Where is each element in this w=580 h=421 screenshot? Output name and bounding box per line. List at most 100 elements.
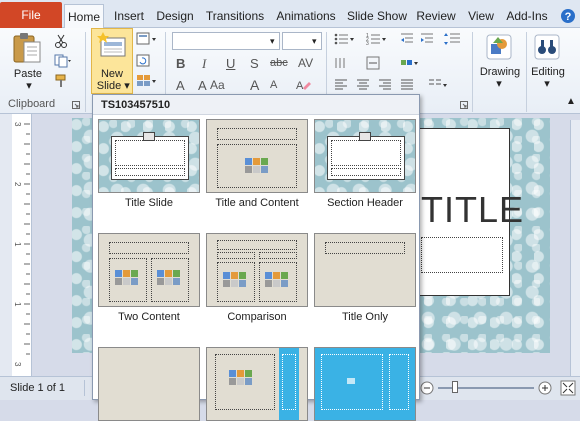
chevron-down-icon[interactable]: ▾: [24, 80, 34, 92]
content-icons: [223, 272, 246, 279]
vertical-ruler: 3 2 1 1 3: [12, 114, 32, 376]
paste-button[interactable]: Paste: [10, 68, 46, 80]
align-text-icon[interactable]: [366, 56, 386, 73]
cut-icon[interactable]: [54, 34, 68, 51]
dialog-launcher-icon[interactable]: [460, 100, 468, 112]
tab-home[interactable]: Home: [64, 4, 104, 29]
chevron-down-icon[interactable]: ▾: [312, 36, 317, 47]
layout-label: Title Only: [341, 311, 389, 323]
picture-icon: [347, 378, 355, 384]
thumb-placeholder: [217, 252, 255, 259]
zoom-slider-handle[interactable]: [452, 381, 458, 393]
text-effects-icon[interactable]: A: [176, 78, 185, 93]
chevron-down-icon[interactable]: ▾: [270, 36, 275, 47]
bold-icon[interactable]: B: [176, 56, 185, 71]
fit-to-window-icon[interactable]: [560, 380, 576, 399]
align-left-icon[interactable]: [334, 78, 348, 95]
clipboard-group-label: Clipboard: [8, 98, 56, 110]
thumb-placeholder: [325, 242, 405, 254]
thumb-placeholder: [115, 140, 185, 166]
shadow-icon[interactable]: S: [250, 56, 259, 71]
tab-insert[interactable]: Insert: [110, 4, 148, 28]
clear-formatting-icon[interactable]: A: [296, 78, 312, 95]
content-icons: [229, 378, 252, 385]
drawing-button[interactable]: Drawing: [476, 66, 524, 78]
font-name-input[interactable]: [172, 32, 280, 50]
ribbon-separator: [472, 32, 473, 112]
tab-add-ins[interactable]: Add-Ins: [502, 4, 552, 28]
thumb-placeholder: [331, 140, 401, 166]
slide-counter: Slide 1 of 1: [10, 382, 66, 394]
content-icons: [223, 280, 246, 287]
subtitle-placeholder[interactable]: [421, 237, 503, 273]
section-icon[interactable]: [136, 74, 158, 91]
tab-slide-show[interactable]: Slide Show: [344, 4, 410, 28]
tab-transitions[interactable]: Transitions: [202, 4, 268, 28]
layout-label: Title and Content: [215, 197, 299, 209]
content-icons: [157, 278, 180, 285]
tab-review[interactable]: Review: [414, 4, 458, 28]
svg-text:1: 1: [13, 242, 22, 247]
chevron-down-icon[interactable]: ▾: [122, 80, 132, 92]
smartart-icon[interactable]: [400, 56, 420, 73]
italic-icon[interactable]: I: [202, 56, 206, 72]
change-case-icon[interactable]: Aa: [210, 78, 225, 92]
content-icons: [115, 278, 138, 285]
layout-icon[interactable]: [136, 32, 158, 49]
copy-icon[interactable]: [54, 54, 72, 71]
columns-icon[interactable]: [428, 78, 450, 95]
thumb-placeholder: [282, 354, 296, 410]
new-slide-label: New: [100, 68, 123, 80]
layout-thumbnail: [206, 233, 308, 307]
editing-button[interactable]: Editing: [526, 66, 570, 78]
layout-thumbnail: [314, 347, 416, 421]
content-icons: [245, 166, 268, 173]
text-direction-icon[interactable]: [334, 56, 354, 73]
thumb-placeholder: [217, 240, 297, 250]
layout-thumbnail: [314, 119, 416, 193]
content-icons: [245, 158, 268, 165]
ribbon-tab-bar: File Home Insert Design Transitions Anim…: [0, 0, 580, 29]
chevron-down-icon[interactable]: ▾: [494, 78, 504, 90]
grow-font-icon[interactable]: A: [250, 77, 259, 93]
tab-design[interactable]: Design: [154, 4, 196, 28]
binoculars-icon[interactable]: [534, 34, 560, 63]
numbering-icon[interactable]: 123: [366, 32, 388, 49]
svg-text:A: A: [296, 80, 304, 92]
svg-text:?: ?: [565, 11, 572, 23]
dialog-launcher-icon[interactable]: [72, 100, 80, 112]
bullets-icon[interactable]: [334, 32, 356, 49]
character-spacing-icon[interactable]: AV: [298, 56, 313, 70]
justify-icon[interactable]: [400, 78, 414, 95]
align-right-icon[interactable]: [378, 78, 392, 95]
layout-thumbnail: [314, 233, 416, 307]
decrease-indent-icon[interactable]: [400, 32, 414, 49]
content-icons: [265, 280, 288, 287]
tab-file[interactable]: File: [0, 2, 62, 28]
tab-view[interactable]: View: [464, 4, 498, 28]
reset-icon[interactable]: [136, 54, 152, 71]
shrink-font-icon[interactable]: A: [270, 79, 277, 91]
align-center-icon[interactable]: [356, 78, 370, 95]
format-painter-icon[interactable]: [54, 74, 68, 91]
highlight-icon[interactable]: A: [198, 78, 207, 93]
chevron-down-icon[interactable]: ▾: [542, 78, 552, 90]
layout-thumbnail: [98, 347, 200, 421]
tab-animations[interactable]: Animations: [274, 4, 338, 28]
title-placeholder[interactable]: TITLE: [414, 128, 523, 296]
line-spacing-icon[interactable]: [444, 32, 464, 49]
collapse-ribbon-icon[interactable]: ▲: [566, 96, 576, 107]
vertical-scrollbar[interactable]: [570, 120, 580, 376]
layout-thumbnail: [98, 119, 200, 193]
zoom-in-icon[interactable]: [538, 381, 552, 398]
new-slide-gallery: TS103457510 Title Slide Title and Conten…: [92, 94, 420, 421]
underline-icon[interactable]: U: [226, 56, 235, 71]
shapes-icon[interactable]: [486, 34, 512, 63]
layout-label: Title Slide: [125, 197, 173, 209]
strikethrough-icon[interactable]: abc: [270, 57, 288, 69]
help-icon[interactable]: ?: [558, 4, 578, 28]
zoom-out-icon[interactable]: [420, 381, 434, 398]
increase-indent-icon[interactable]: [420, 32, 434, 49]
layout-thumbnail: [98, 233, 200, 307]
paste-icon[interactable]: [10, 32, 44, 69]
